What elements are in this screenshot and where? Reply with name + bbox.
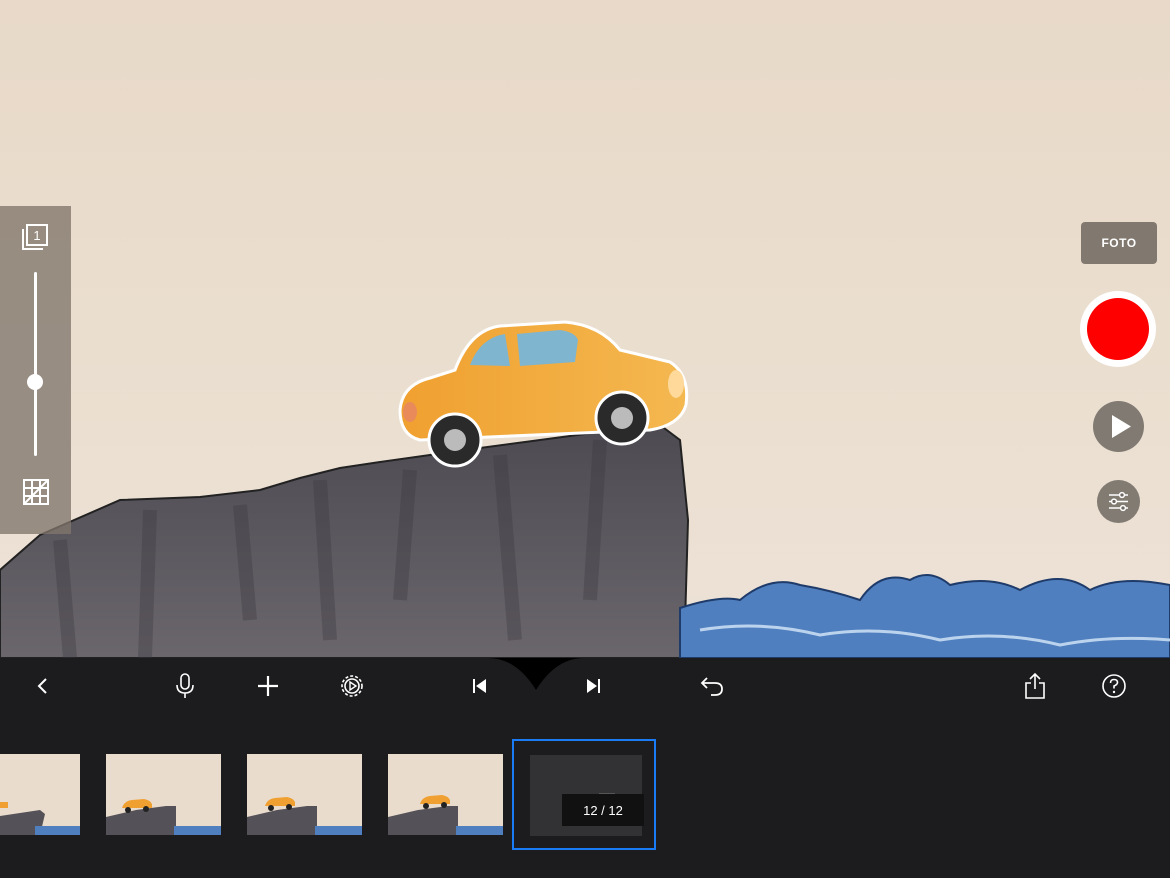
photo-mode-button[interactable]: FOTO — [1081, 222, 1157, 264]
undo-icon[interactable] — [696, 670, 728, 702]
scene-image — [0, 320, 1170, 658]
frame-counter: 12 / 12 — [562, 794, 644, 826]
onion-opacity-slider-track[interactable] — [34, 272, 37, 456]
new-frame-slot[interactable]: 12 / 12 — [512, 739, 656, 850]
sliders-icon — [1109, 491, 1128, 512]
editor-toolbar — [0, 658, 1170, 714]
camera-settings-button[interactable] — [1097, 480, 1140, 523]
play-icon — [1112, 415, 1131, 438]
onion-skin-frames-icon[interactable]: 1 — [21, 223, 49, 256]
frame-thumbnail[interactable] — [388, 754, 503, 835]
onion-opacity-slider-thumb[interactable] — [27, 373, 43, 390]
help-icon[interactable] — [1098, 670, 1130, 702]
capture-button[interactable] — [1080, 291, 1156, 367]
onion-skin-frames-value: 1 — [33, 228, 40, 243]
current-frame-indicator — [488, 658, 584, 690]
camera-viewfinder[interactable] — [0, 0, 1170, 658]
frame-thumbnail[interactable] — [247, 754, 362, 835]
grid-overlay-icon[interactable] — [22, 478, 50, 511]
microphone-icon[interactable] — [169, 670, 201, 702]
share-icon[interactable] — [1019, 670, 1051, 702]
back-icon[interactable] — [27, 670, 59, 702]
play-button[interactable] — [1093, 401, 1144, 452]
new-frame-placeholder: 12 / 12 — [530, 755, 644, 836]
frame-thumbnail[interactable] — [106, 754, 221, 835]
add-icon[interactable] — [252, 670, 284, 702]
frame-thumbnail[interactable] — [0, 754, 80, 835]
settings-icon[interactable] — [336, 670, 368, 702]
capture-dot — [1087, 298, 1149, 360]
